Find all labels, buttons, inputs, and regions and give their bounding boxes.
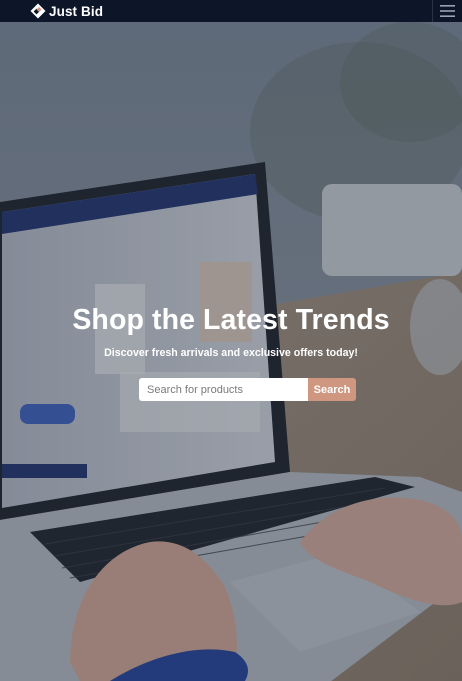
hero-section: Shop the Latest Trends Discover fresh ar… bbox=[0, 22, 462, 681]
navbar: Just Bid bbox=[0, 0, 462, 22]
page: Just Bid Shop the Latest Trends Discover… bbox=[0, 0, 462, 681]
hero-title: Shop the Latest Trends bbox=[72, 304, 390, 336]
hamburger-menu-icon bbox=[440, 5, 455, 17]
search-button[interactable]: Search bbox=[308, 378, 356, 401]
menu-toggle-button[interactable] bbox=[432, 0, 462, 22]
hero-content: Shop the Latest Trends Discover fresh ar… bbox=[0, 303, 462, 360]
search-form: Search bbox=[139, 378, 356, 401]
hero-subtitle: Discover fresh arrivals and exclusive of… bbox=[104, 347, 358, 359]
brand-name: Just Bid bbox=[49, 3, 104, 19]
search-input[interactable] bbox=[139, 378, 308, 401]
just-bid-logo-icon bbox=[30, 3, 46, 19]
brand-link[interactable]: Just Bid bbox=[30, 2, 103, 20]
